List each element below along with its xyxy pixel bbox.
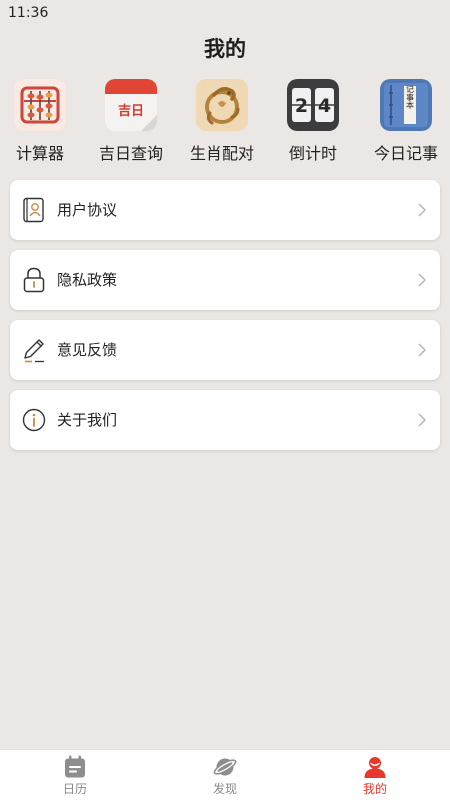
menu-label: 关于我们 — [57, 411, 118, 429]
tool-label: 倒计时 — [288, 144, 337, 163]
menu-label: 隐私政策 — [57, 271, 118, 289]
flip-digit-1: 2 — [295, 95, 308, 117]
notebook-icon: 记事本 — [380, 79, 432, 131]
tool-countdown[interactable]: 2 4 倒计时 — [268, 79, 358, 164]
tool-label: 今日记事 — [373, 144, 438, 163]
dragon-icon — [196, 79, 248, 131]
menu-item-about-us[interactable]: 关于我们 — [10, 390, 440, 450]
bottom-tab-bar: 日历 发现 我的 — [0, 749, 450, 800]
tool-lucky-day[interactable]: 吉日 吉日查询 — [86, 79, 176, 164]
chevron-right-icon — [418, 273, 426, 287]
page-title: 我的 — [204, 37, 246, 61]
planet-icon — [213, 758, 237, 776]
tool-label: 生肖配对 — [189, 144, 254, 163]
menu-item-privacy-policy[interactable]: 隐私政策 — [10, 250, 440, 310]
tool-daily-note[interactable]: 记事本 今日记事 — [361, 79, 450, 164]
tab-label: 日历 — [62, 782, 87, 796]
menu-item-user-agreement[interactable]: 用户协议 — [10, 180, 440, 240]
tool-label: 计算器 — [15, 144, 64, 163]
flip-clock-icon: 2 4 — [287, 79, 339, 131]
tab-discover[interactable]: 发现 — [150, 750, 300, 800]
menu-label: 意见反馈 — [57, 341, 118, 359]
tools-row: 计算器 吉日 吉日查询 生肖配对 2 4 倒计时 记事本 今日记事 — [0, 79, 450, 165]
menu-item-feedback[interactable]: 意见反馈 — [10, 320, 440, 380]
notebook-icon-text: 记事本 — [406, 85, 415, 110]
chevron-right-icon — [418, 413, 426, 427]
calendar-tab-icon — [65, 755, 85, 778]
tab-mine[interactable]: 我的 — [300, 750, 450, 800]
tool-calculator[interactable]: 计算器 — [0, 79, 85, 164]
chevron-right-icon — [418, 343, 426, 357]
profile-icon — [364, 757, 386, 778]
lock-icon — [23, 267, 45, 293]
chevron-right-icon — [418, 203, 426, 217]
tool-label: 吉日查询 — [98, 144, 163, 163]
calendar-icon: 吉日 — [105, 79, 157, 131]
tab-label: 发现 — [212, 782, 237, 796]
user-agreement-icon — [23, 197, 44, 223]
flip-digit-2: 4 — [318, 95, 331, 117]
pencil-icon — [24, 339, 44, 363]
status-bar: 11:36 — [0, 0, 450, 26]
status-time: 11:36 — [8, 5, 49, 21]
calendar-icon-text: 吉日 — [118, 104, 144, 119]
menu-label: 用户协议 — [57, 201, 118, 219]
tab-label: 我的 — [362, 782, 387, 796]
tab-calendar[interactable]: 日历 — [0, 750, 150, 800]
info-icon — [22, 408, 46, 432]
abacus-icon — [14, 79, 66, 131]
tool-zodiac-match[interactable]: 生肖配对 — [177, 79, 267, 164]
